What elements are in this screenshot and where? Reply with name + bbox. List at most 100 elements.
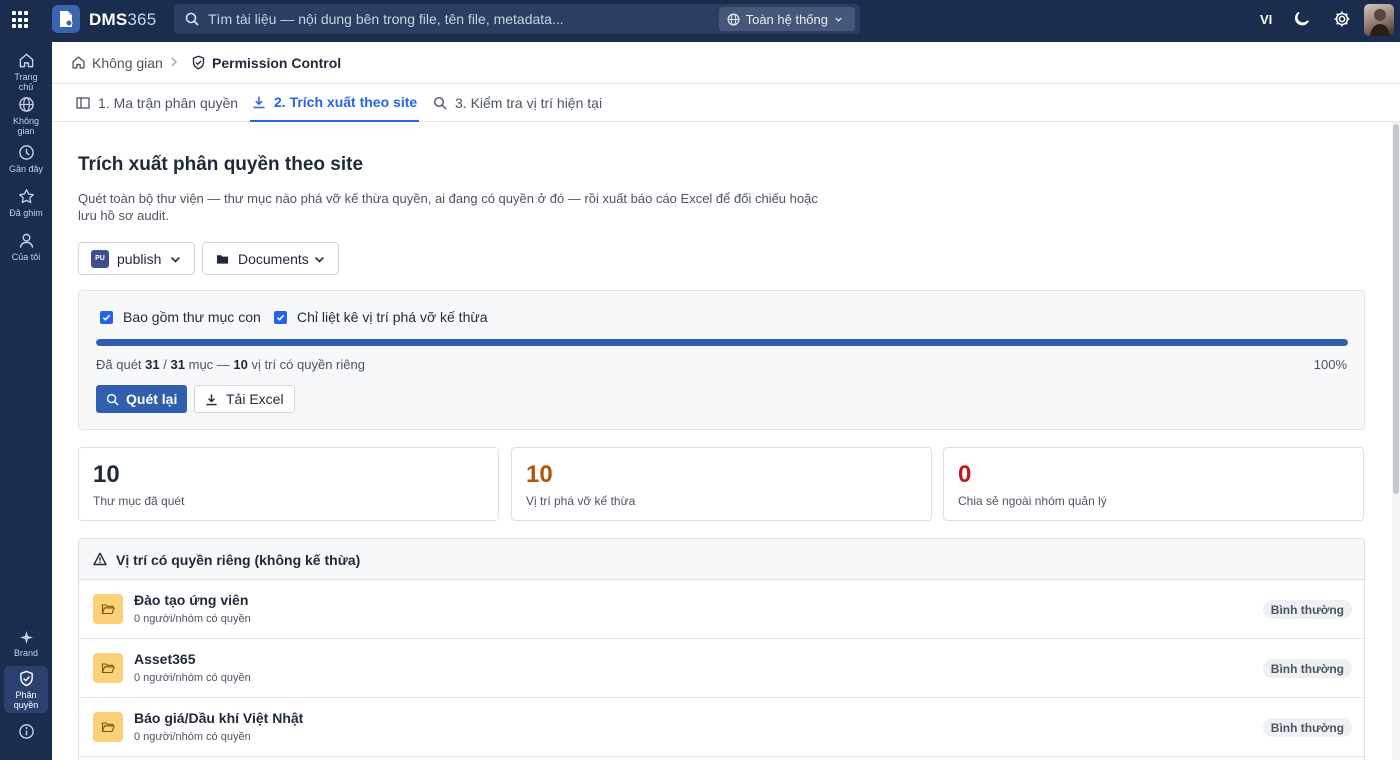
checkbox-checked[interactable] xyxy=(274,310,287,324)
checkbox-label: Bao gồm thư mục con xyxy=(123,309,261,325)
item-name: Asset365 xyxy=(134,651,196,667)
breadcrumb-current: Permission Control xyxy=(212,55,342,71)
rescan-button[interactable]: Quét lại xyxy=(96,385,188,413)
chevron-down-icon xyxy=(171,256,180,263)
site-badge: PU xyxy=(91,249,109,268)
sidebar-item-home[interactable]: Trang chủ xyxy=(0,52,52,92)
library-selector-value: Documents xyxy=(238,250,309,267)
stat-value: 0 xyxy=(958,461,972,488)
library-selector[interactable]: Documents xyxy=(202,242,339,275)
tab-check-current-location[interactable]: 3. Kiểm tra vị trí hiện tại xyxy=(433,84,602,122)
dms-logo-icon[interactable] xyxy=(52,5,80,33)
shield-check-icon xyxy=(19,670,33,687)
breadcrumb: Không gian Permission Control xyxy=(52,42,1400,84)
sidebar-item-pinned[interactable]: Đã ghim xyxy=(0,188,52,218)
app-launcher-icon[interactable] xyxy=(12,11,30,29)
list-title: Vị trí có quyền riêng (không kế thừa) xyxy=(116,552,361,568)
folder-open-icon xyxy=(93,653,123,683)
button-label: Tải Excel xyxy=(226,391,284,407)
list-item[interactable]: Báo giá/Dầu khí Việt Nhật 0 người/nhóm c… xyxy=(79,698,1364,757)
list-item[interactable]: Asset365 0 người/nhóm có quyền Bình thườ… xyxy=(79,639,1364,698)
stat-card-external-shares: 0 Chia sẻ ngoài nhóm quản lý xyxy=(943,447,1364,521)
only-broken-inheritance-checkbox[interactable]: Chỉ liệt kê vị trí phá vỡ kế thừa xyxy=(274,309,488,325)
sidebar-item-mine[interactable]: Của tôi xyxy=(0,232,52,262)
stat-label: Thư mục đã quét xyxy=(93,494,185,508)
sparkle-icon xyxy=(19,630,33,645)
globe-icon xyxy=(727,13,740,25)
breadcrumb-spaces-link[interactable]: Không gian xyxy=(92,55,163,71)
checkbox-checked[interactable] xyxy=(100,310,113,324)
brand-name: DMS365 xyxy=(89,10,157,29)
chevron-down-icon xyxy=(315,256,324,263)
button-label: Quét lại xyxy=(126,391,178,407)
tab-permission-matrix[interactable]: 1. Ma trận phân quyền xyxy=(76,84,238,122)
dark-mode-icon[interactable] xyxy=(1293,10,1311,28)
page-description: Quét toàn bộ thư viện — thư mục nào phá … xyxy=(78,191,818,223)
warning-icon xyxy=(93,552,107,566)
tab-label: 1. Ma trận phân quyền xyxy=(98,95,239,111)
top-bar: DMS365 Toàn hệ thống VI xyxy=(0,0,1400,42)
page-title: Trích xuất phân quyền theo site xyxy=(78,154,364,175)
scan-progress-fill xyxy=(96,339,1348,346)
stat-value: 10 xyxy=(93,461,120,488)
user-avatar[interactable] xyxy=(1364,4,1394,36)
status-badge: Bình thường xyxy=(1262,659,1352,678)
tab-label: 3. Kiểm tra vị trí hiện tại xyxy=(455,95,603,111)
sidebar-item-label: Trang chủ xyxy=(14,72,38,92)
home-icon xyxy=(19,53,33,68)
include-subfolders-checkbox[interactable]: Bao gồm thư mục con xyxy=(100,309,261,325)
scan-status-text: Đã quét 31 / 31 mục — 10 vị trí có quyền… xyxy=(96,357,365,372)
sidebar: Trang chủ Không gian Gần đây Đã ghim Của… xyxy=(0,42,52,760)
clock-icon xyxy=(18,145,34,160)
chevron-right-icon xyxy=(171,57,177,67)
stat-label: Vị trí phá vỡ kế thừa xyxy=(526,494,636,508)
global-search: Toàn hệ thống xyxy=(174,4,860,34)
search-icon xyxy=(106,393,119,406)
table-icon xyxy=(76,97,90,109)
tab-bar: 1. Ma trận phân quyền 2. Trích xuất theo… xyxy=(52,84,1400,122)
language-switch[interactable]: VI xyxy=(1260,12,1272,27)
sidebar-item-recent[interactable]: Gần đây xyxy=(0,144,52,174)
scan-panel: Bao gồm thư mục con Chỉ liệt kê vị trí p… xyxy=(78,290,1365,430)
site-selector-value: publish xyxy=(117,250,162,267)
scan-percent: 100% xyxy=(1313,357,1347,372)
stat-label: Chia sẻ ngoài nhóm quản lý xyxy=(958,494,1107,508)
status-badge: Bình thường xyxy=(1262,718,1352,737)
main-content: Trích xuất phân quyền theo site Quét toà… xyxy=(52,122,1390,760)
sidebar-item-label: Gần đây xyxy=(8,164,44,174)
tab-extract-by-site[interactable]: 2. Trích xuất theo site xyxy=(250,84,420,122)
sidebar-item-label: Của tôi xyxy=(11,252,41,262)
search-scope-dropdown[interactable]: Toàn hệ thống xyxy=(718,7,855,31)
sidebar-item-label: Brand xyxy=(13,648,39,658)
download-excel-button[interactable]: Tải Excel xyxy=(194,385,295,413)
sidebar-info-button[interactable] xyxy=(0,723,52,743)
shield-check-icon xyxy=(192,55,205,70)
stat-card-broken-inheritance: 10 Vị trí phá vỡ kế thừa xyxy=(511,447,932,521)
site-selector[interactable]: PU publish xyxy=(78,242,195,275)
folder-icon xyxy=(216,254,229,264)
stat-value: 10 xyxy=(526,461,553,488)
globe-icon xyxy=(18,97,34,112)
sidebar-item-brand[interactable]: Brand xyxy=(0,630,52,658)
sidebar-item-label: Không gian xyxy=(12,116,40,136)
list-header: Vị trí có quyền riêng (không kế thừa) xyxy=(79,539,1364,580)
stat-card-folders-scanned: 10 Thư mục đã quét xyxy=(78,447,499,521)
item-permission-count: 0 người/nhóm có quyền xyxy=(134,613,251,625)
item-permission-count: 0 người/nhóm có quyền xyxy=(134,672,251,684)
folder-open-icon xyxy=(93,594,123,624)
sidebar-item-permissions[interactable]: Phân quyền xyxy=(4,666,48,713)
sidebar-item-label: Phân quyền xyxy=(13,690,39,710)
home-icon[interactable] xyxy=(71,55,86,70)
list-item[interactable]: Đào tạo ứng viên 0 người/nhóm có quyền B… xyxy=(79,580,1364,639)
sidebar-item-spaces[interactable]: Không gian xyxy=(0,96,52,136)
scan-progress-bar xyxy=(96,339,1348,346)
item-name: Báo giá/Dầu khí Việt Nhật xyxy=(134,710,304,726)
sidebar-item-label: Đã ghim xyxy=(9,208,43,218)
search-scope-label: Toàn hệ thống xyxy=(745,11,828,27)
folder-open-icon xyxy=(93,712,123,742)
main-scrollbar-thumb[interactable] xyxy=(1393,124,1399,494)
gear-icon[interactable] xyxy=(1333,10,1351,28)
search-input[interactable] xyxy=(208,8,728,30)
user-icon xyxy=(19,233,33,248)
search-icon xyxy=(433,96,447,110)
